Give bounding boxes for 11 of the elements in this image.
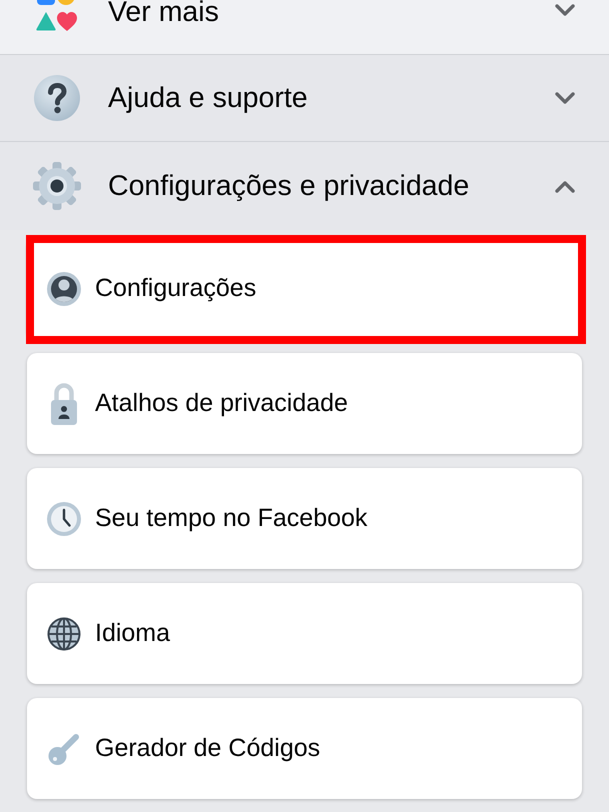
- menu-card[interactable]: Atalhos de privacidade: [27, 353, 582, 454]
- menu-card[interactable]: Seu tempo no Facebook: [27, 468, 582, 569]
- clock-icon: [47, 502, 81, 536]
- profile-icon: [47, 272, 81, 306]
- menu-card[interactable]: Idioma: [27, 583, 582, 684]
- help-icon: [33, 74, 81, 122]
- gear-icon: [33, 162, 81, 210]
- menu-card[interactable]: Gerador de Códigos: [27, 698, 582, 799]
- globe-icon: [47, 616, 81, 650]
- key-icon: [47, 732, 81, 766]
- section-header[interactable]: Ver mais: [0, 0, 609, 55]
